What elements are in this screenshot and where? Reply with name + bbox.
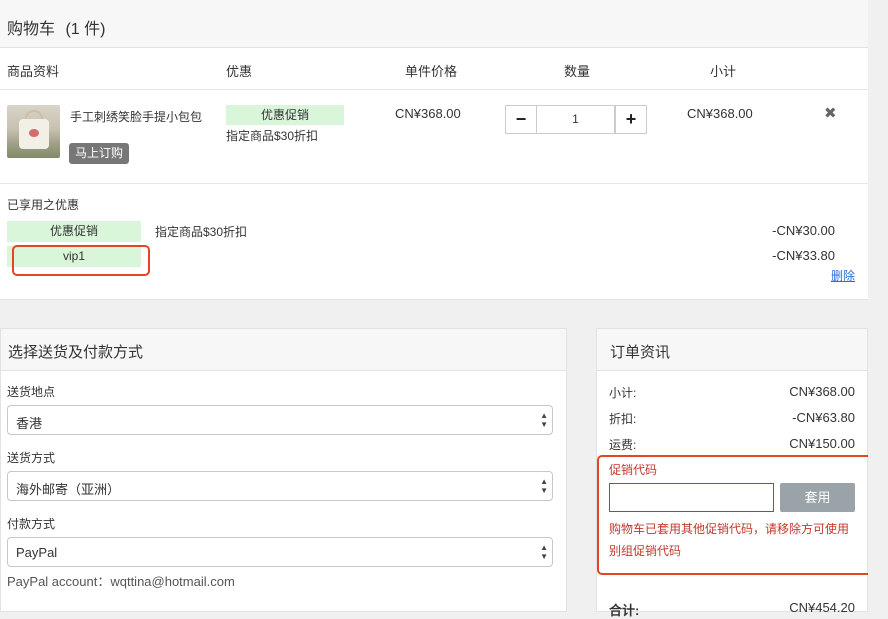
location-select[interactable]: 香港 ▲ ▼ [7,405,553,435]
method-label: 送货方式 [7,451,56,465]
shipping-title: 选择送货及付款方式 [8,344,144,361]
col-subtotal: 小计 [710,64,737,79]
order-subtotal-label: 小计: [609,386,637,400]
unit-price: CN¥368.00 [395,106,461,121]
item-subtotal: CN¥368.00 [687,106,753,121]
quantity-input[interactable]: 1 [536,105,615,134]
shipping-panel: 选择送货及付款方式 [0,328,567,612]
paypal-account-note: PayPal account：wqttina@hotmail.com [7,574,235,589]
col-discount: 优惠 [226,64,253,79]
order-discount-value: -CN¥63.80 [792,410,855,425]
shipping-method-select[interactable]: 海外邮寄（亚洲） ▲ ▼ [7,471,553,501]
cart-title: 购物车 (1 件) [7,15,105,39]
method-value: 海外邮寄（亚洲） [16,482,121,497]
applied-vip-amount: -CN¥33.80 [772,248,835,263]
location-value: 香港 [16,416,43,431]
col-unit-price: 单件价格 [405,64,458,79]
product-name[interactable]: 手工刺绣笑脸手提小包包 [70,109,205,125]
order-total-value: CN¥454.20 [789,600,855,615]
applied-promo-tag: 优惠促销 [7,221,141,242]
product-thumbnail[interactable] [7,105,60,158]
highlight-box [597,455,876,575]
col-product: 商品资料 [7,64,60,79]
payment-method-select[interactable]: PayPal ▲ ▼ [7,537,553,567]
promo-tag: 优惠促销 [226,105,344,125]
select-arrows-icon: ▲ ▼ [540,543,548,561]
cart-header: 购物车 (1 件) [0,0,868,48]
divider [0,183,868,184]
select-arrows-icon: ▲ ▼ [540,411,548,429]
order-discount-label: 折扣: [609,412,637,426]
cart-panel: 购物车 (1 件) 商品资料 优惠 单件价格 数量 小计 手工刺绣笑脸手提小包包… [0,0,868,300]
applied-discounts-title: 已享用之优惠 [7,198,80,212]
payment-value: PayPal [16,545,58,560]
remove-item-icon[interactable]: ✖ [824,104,837,122]
location-label: 送货地点 [7,385,56,399]
scrollbar[interactable] [868,0,888,612]
highlight-box [12,245,150,276]
divider [0,89,868,90]
buy-now-button[interactable]: 马上订购 [69,143,129,164]
col-quantity: 数量 [564,64,591,79]
payment-label: 付款方式 [7,517,56,531]
order-total-label: 合计: [609,603,640,618]
shipping-panel-header: 选择送货及付款方式 [1,329,566,371]
cart-count: (1 件) [65,21,106,38]
order-panel-header: 订单资讯 [597,329,867,371]
quantity-minus-button[interactable]: − [505,105,537,134]
remove-promo-link[interactable]: 删除 [831,267,855,284]
order-subtotal-value: CN¥368.00 [789,384,855,399]
order-title: 订单资讯 [610,344,671,361]
order-shipping-value: CN¥150.00 [789,436,855,451]
applied-promo-desc: 指定商品$30折扣 [155,225,248,239]
select-arrows-icon: ▲ ▼ [540,477,548,495]
applied-promo-amount: -CN¥30.00 [772,223,835,238]
quantity-plus-button[interactable]: + [615,105,647,134]
cart-title-text: 购物车 [7,21,56,38]
order-shipping-label: 运费: [609,438,637,452]
promo-desc: 指定商品$30折扣 [226,129,319,143]
